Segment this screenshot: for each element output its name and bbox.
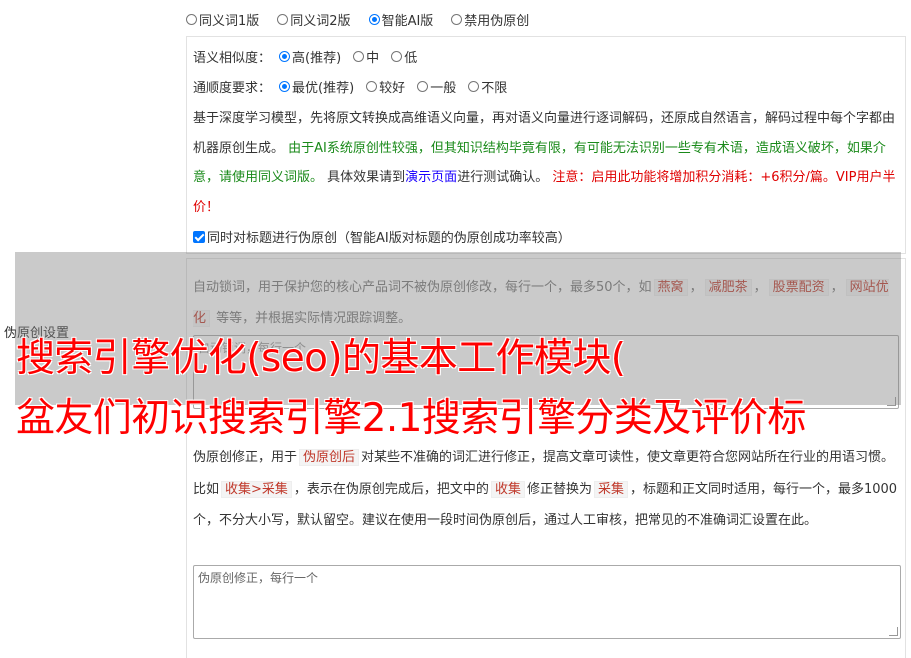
radio-synonym-v1[interactable]: 同义词1版 [186,10,259,29]
ai-description: 基于深度学习模型，先将原文转换成高维语义向量，再对语义向量进行逐词解码，还原成自… [193,111,896,215]
example-tag: 收集 [490,480,525,498]
radio-button[interactable] [451,14,463,25]
radio-disable-rewrite[interactable]: 禁用伪原创 [451,10,529,29]
example-tag: 伪原创后 [299,449,360,466]
example-tag: 收集>采集 [221,480,292,498]
correction-description: 伪原创修正，用于 伪原创后 对某些不准确的词汇进行修正，提高文章可读性，使文章更符合… [193,449,898,528]
radio-smart-ai[interactable]: 智能AI版 [368,10,433,29]
example-tag: 采集 [593,480,628,498]
radio-button[interactable] [279,51,291,62]
radio-synonym-v2[interactable]: 同义词2版 [277,10,351,29]
fluency-label: 通顺度要求： [193,81,272,96]
checkbox[interactable] [193,230,205,243]
resize-handle-icon[interactable] [889,627,898,636]
overlay-banner [15,252,901,405]
demo-page-link[interactable]: 演示页面 [405,170,457,185]
radio-button[interactable] [366,81,378,92]
similarity-medium[interactable]: 中 [353,47,379,66]
radio-button[interactable] [368,14,380,25]
fluency-unlimited[interactable]: 不限 [468,77,507,96]
similarity-low[interactable]: 低 [391,47,417,66]
radio-button[interactable] [186,14,197,25]
similarity-row: 语义相似度： 高(推荐) 中 低 [193,47,417,66]
fluency-good[interactable]: 较好 [366,77,405,96]
radio-button[interactable] [468,81,480,92]
fluency-normal[interactable]: 一般 [417,77,456,96]
fluency-row: 通顺度要求： 最优(推荐) 较好 一般 不限 [193,77,507,96]
overlay-title-line2: 盆友们初识搜索引擎2.1搜索引擎分类及评价标 [16,396,806,441]
similarity-label: 语义相似度： [193,51,272,66]
radio-button[interactable] [277,14,289,25]
similarity-high[interactable]: 高(推荐) [279,47,341,66]
radio-button[interactable] [279,81,291,92]
title-rewrite-checkbox[interactable]: 同时对标题进行伪原创（智能AI版对标题的伪原创成功率较高） [193,227,571,246]
fluency-best[interactable]: 最优(推荐) [279,77,354,96]
overlay-title-line1: 搜索引擎优化(seo)的基本工作模块( [16,336,626,381]
radio-button[interactable] [417,81,429,92]
ai-settings-panel: 语义相似度： 高(推荐) 中 低 通顺度要求： 最优(推荐) 较好 一般 不限 … [186,36,906,254]
version-radio-group: 同义词1版 同义词2版 智能AI版 禁用伪原创 [186,10,529,29]
correction-textarea[interactable]: 伪原创修正，每行一个 [193,565,901,639]
radio-button[interactable] [353,51,365,62]
radio-button[interactable] [391,51,403,62]
